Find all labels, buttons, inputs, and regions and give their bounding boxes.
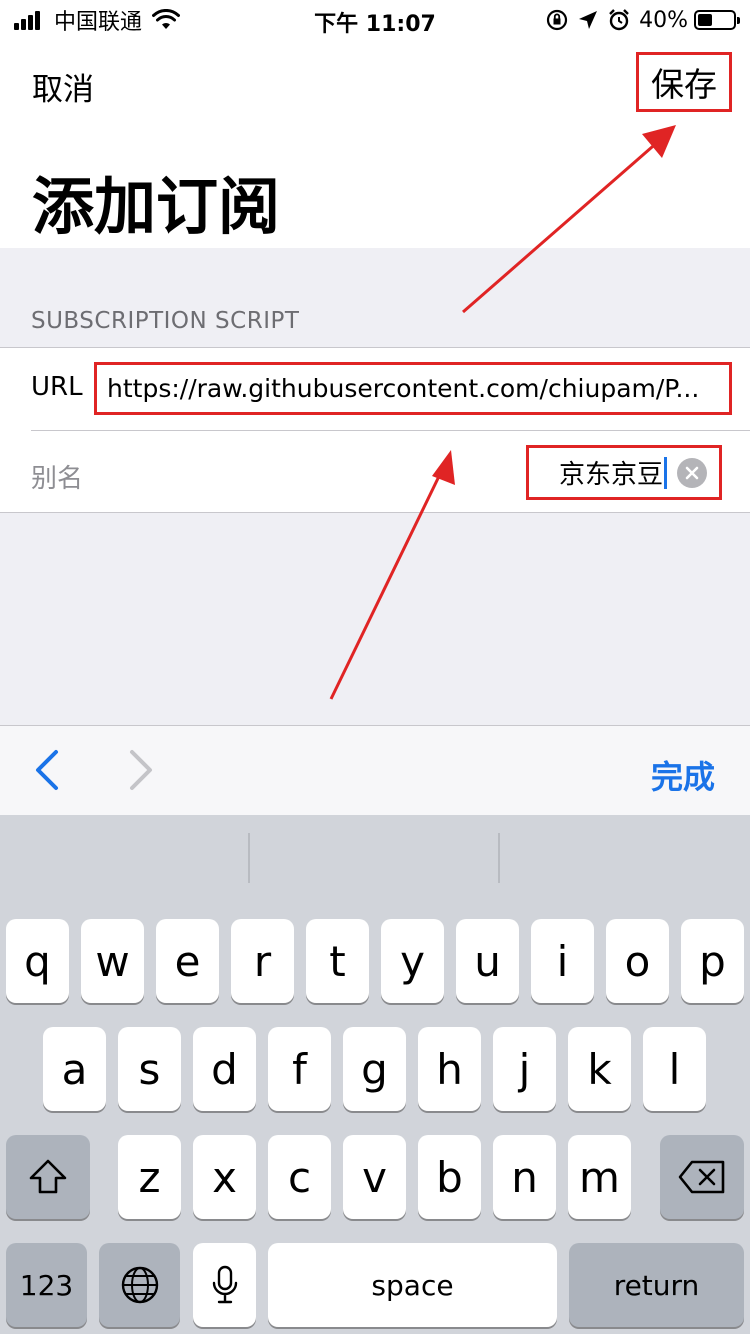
subscription-cells: URL https://raw.githubusercontent.com/ch… — [0, 347, 750, 513]
save-button[interactable]: 保存 — [636, 52, 732, 112]
alias-label: 别名 — [31, 464, 84, 494]
shift-icon — [29, 1159, 67, 1194]
next-field-icon[interactable] — [122, 748, 158, 792]
key-q[interactable]: q — [6, 919, 69, 1003]
microphone-key[interactable] — [193, 1243, 256, 1327]
battery-icon — [694, 10, 740, 30]
url-label: URL — [31, 372, 83, 402]
done-button[interactable]: 完成 — [651, 752, 715, 798]
key-p[interactable]: p — [681, 919, 744, 1003]
key-s[interactable]: s — [118, 1027, 181, 1111]
space-key[interactable]: space — [268, 1243, 557, 1327]
shift-key[interactable] — [6, 1135, 90, 1219]
key-r[interactable]: r — [231, 919, 294, 1003]
key-z[interactable]: z — [118, 1135, 181, 1219]
key-t[interactable]: t — [306, 919, 369, 1003]
key-v[interactable]: v — [343, 1135, 406, 1219]
return-key[interactable]: return — [569, 1243, 744, 1327]
location-icon — [579, 11, 598, 29]
key-h[interactable]: h — [418, 1027, 481, 1111]
key-g[interactable]: g — [343, 1027, 406, 1111]
url-field[interactable]: https://raw.githubusercontent.com/chiupa… — [94, 362, 732, 415]
page-title: 添加订阅 — [32, 170, 281, 243]
key-x[interactable]: x — [193, 1135, 256, 1219]
save-button-label: 保存 — [651, 65, 717, 104]
key-a[interactable]: a — [43, 1027, 106, 1111]
battery-percent: 40% — [639, 7, 688, 33]
cell-divider — [31, 430, 750, 431]
candidate-divider — [248, 833, 250, 883]
arrow-to-save-head — [642, 125, 676, 158]
orientation-lock-icon — [546, 9, 568, 31]
section-header: SUBSCRIPTION SCRIPT — [31, 308, 300, 334]
alias-field[interactable]: 京东京豆 — [526, 445, 722, 500]
globe-icon — [121, 1266, 158, 1304]
cancel-button[interactable]: 取消 — [32, 64, 94, 109]
key-y[interactable]: y — [381, 919, 444, 1003]
key-l[interactable]: l — [643, 1027, 706, 1111]
key-e[interactable]: e — [156, 919, 219, 1003]
key-c[interactable]: c — [268, 1135, 331, 1219]
key-u[interactable]: u — [456, 919, 519, 1003]
microphone-icon — [212, 1265, 237, 1304]
candidate-divider — [498, 833, 500, 883]
url-value: https://raw.githubusercontent.com/chiupa… — [107, 374, 700, 403]
delete-icon — [678, 1160, 725, 1194]
alarm-icon — [609, 9, 629, 31]
key-d[interactable]: d — [193, 1027, 256, 1111]
key-b[interactable]: b — [418, 1135, 481, 1219]
numbers-key[interactable]: 123 — [6, 1243, 87, 1327]
key-w[interactable]: w — [81, 919, 144, 1003]
key-m[interactable]: m — [568, 1135, 631, 1219]
globe-key[interactable] — [99, 1243, 180, 1327]
text-caret — [664, 456, 667, 489]
input-accessory-bar: 完成 — [0, 725, 750, 815]
key-i[interactable]: i — [531, 919, 594, 1003]
key-o[interactable]: o — [606, 919, 669, 1003]
key-f[interactable]: f — [268, 1027, 331, 1111]
alias-value: 京东京豆 — [558, 460, 663, 490]
key-j[interactable]: j — [493, 1027, 556, 1111]
delete-key[interactable] — [660, 1135, 744, 1219]
key-n[interactable]: n — [493, 1135, 556, 1219]
clear-text-icon[interactable] — [677, 457, 707, 488]
status-bar: 中国联通 下午 11:07 40% — [0, 0, 750, 40]
key-k[interactable]: k — [568, 1027, 631, 1111]
previous-field-icon[interactable] — [30, 748, 66, 792]
